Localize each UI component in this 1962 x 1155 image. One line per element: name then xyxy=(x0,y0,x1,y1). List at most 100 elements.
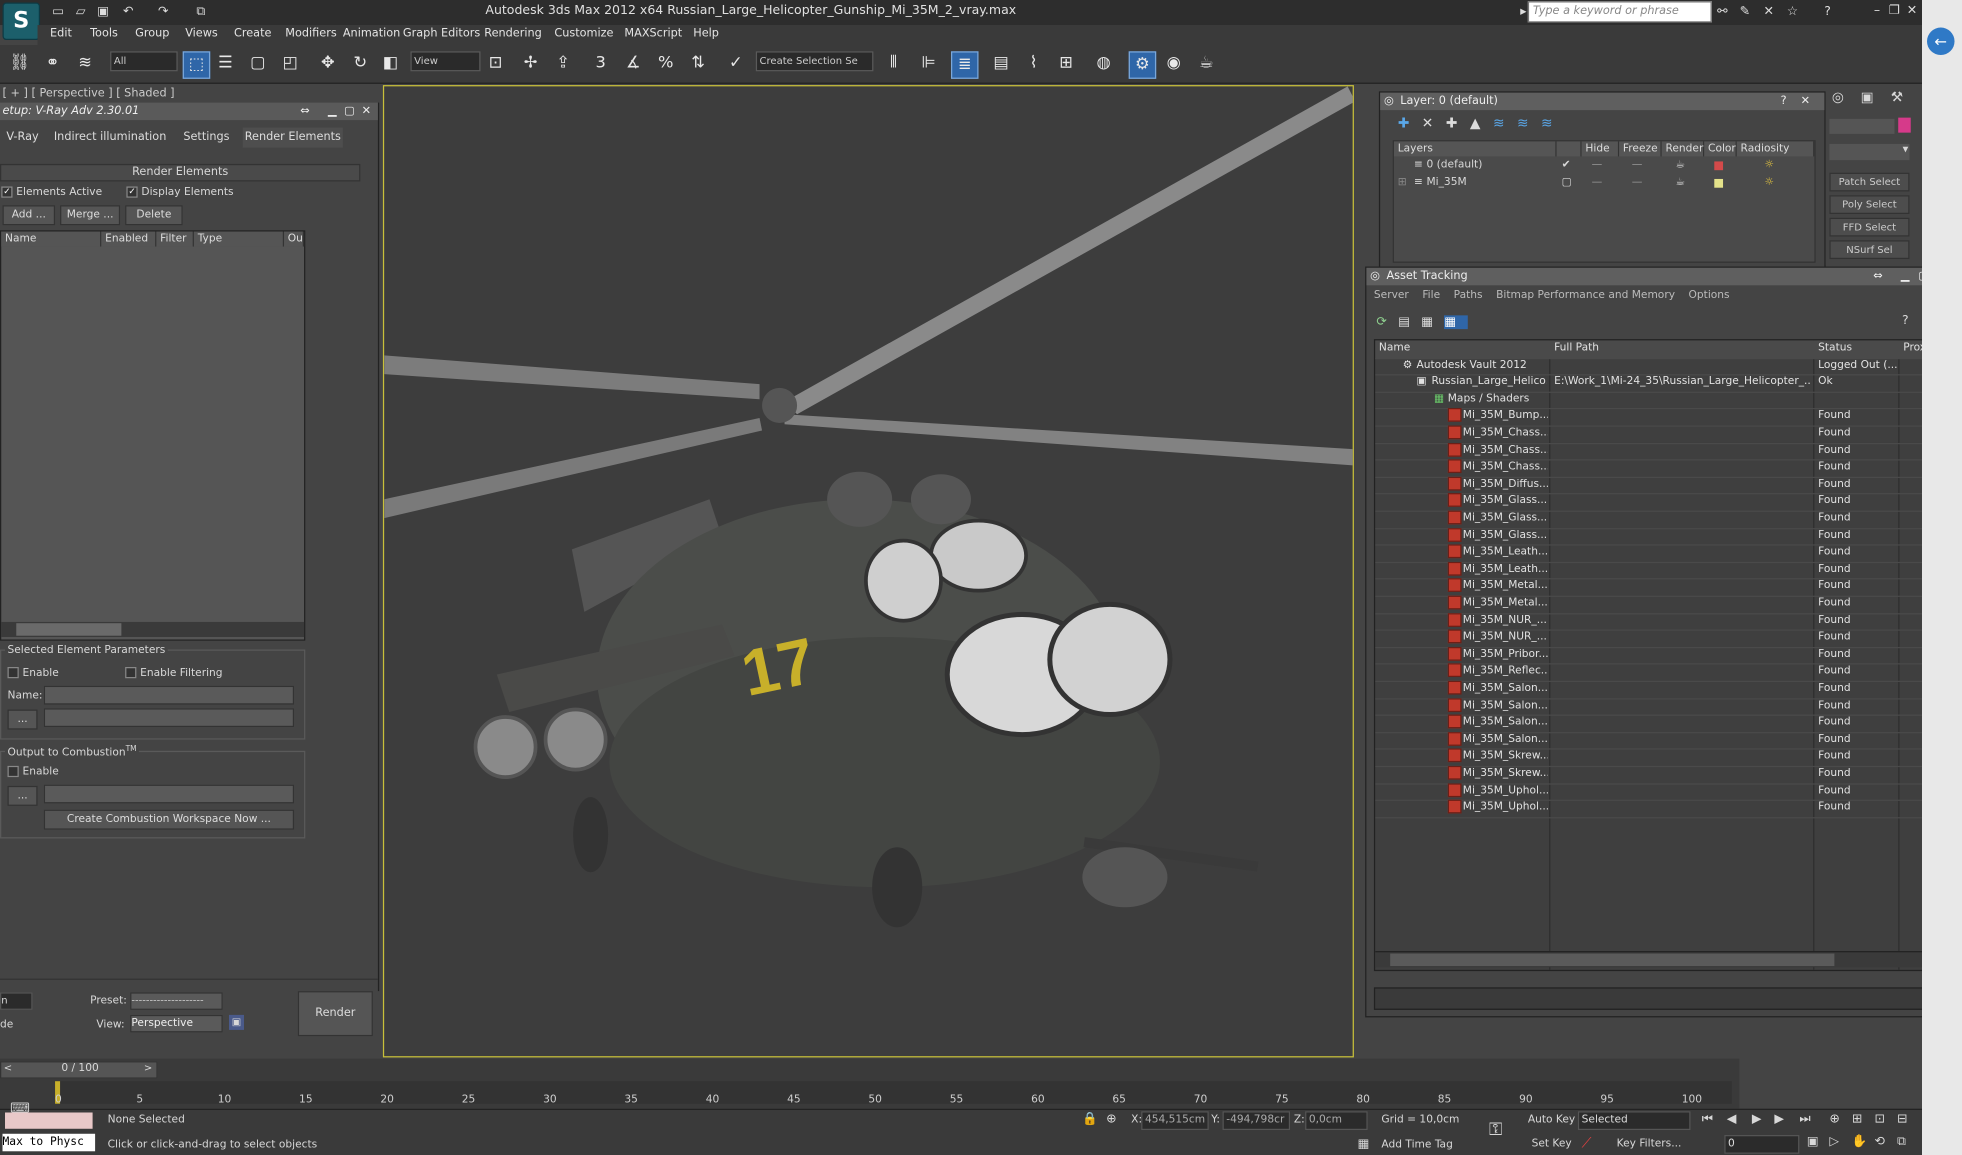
open-file-icon[interactable]: ▱ xyxy=(73,4,89,20)
table-row[interactable]: Mi_35M_Glass... Found xyxy=(1375,493,1945,512)
edit-named-selection-icon[interactable]: ✓ xyxy=(723,51,748,76)
app-logo-icon[interactable]: S xyxy=(2,2,41,41)
chevron-left-icon[interactable]: < xyxy=(4,1062,12,1073)
enable-checkbox[interactable]: Enable xyxy=(7,666,59,680)
render-button[interactable]: Render xyxy=(297,991,373,1037)
key-mode-dropdown[interactable]: Selected xyxy=(1577,1111,1691,1131)
layer-color-swatch[interactable] xyxy=(1714,178,1724,188)
add-time-tag[interactable]: Add Time Tag xyxy=(1381,1139,1452,1152)
named-selection-dropdown[interactable]: Create Selection Se xyxy=(755,51,874,72)
zoom-all-icon[interactable]: ⊞ xyxy=(1852,1112,1862,1126)
table-row[interactable]: Mi_35M_Leath... Found xyxy=(1375,561,1945,580)
minimize-icon[interactable]: – xyxy=(1868,3,1886,21)
merge-button[interactable]: Merge ... xyxy=(60,205,121,226)
mirror-icon[interactable]: ⫴ xyxy=(881,51,906,76)
col-filter[interactable]: Filter xyxy=(156,231,194,247)
current-layer-check[interactable]: ▢ xyxy=(1562,175,1572,191)
table-row[interactable]: Mi_35M_Skrew... Found xyxy=(1375,765,1945,785)
tab-vray[interactable]: V-Ray xyxy=(0,128,45,148)
perspective-viewport[interactable]: 17 xyxy=(382,85,1354,1058)
asset-table[interactable]: Name Full Path Status Proxy Re ⚙ Autodes… xyxy=(1373,339,1946,972)
add-to-layer-icon[interactable]: ✚ xyxy=(1446,115,1470,131)
unlink-icon[interactable]: ⚭ xyxy=(40,51,65,76)
modifier-list-dropdown[interactable]: ▾ xyxy=(1829,143,1910,161)
table-row[interactable]: ⚙ Autodesk Vault 2012 Logged Out (... xyxy=(1375,357,1945,376)
viewport-label[interactable]: [ + ] [ Perspective ] [ Shaded ] xyxy=(3,88,175,101)
menu-edit[interactable]: Edit xyxy=(50,28,72,41)
close-icon[interactable]: ✕ xyxy=(362,103,371,121)
select-and-link-icon[interactable]: ⛓ xyxy=(8,51,33,76)
play-icon[interactable]: ▶ xyxy=(1752,1112,1762,1126)
col-freeze[interactable]: Freeze xyxy=(1619,141,1662,157)
table-row[interactable]: Mi_35M_Uphol... Found xyxy=(1375,799,1945,819)
object-color-swatch[interactable] xyxy=(1898,117,1911,133)
menu-modifiers[interactable]: Modifiers xyxy=(285,28,336,41)
table-row[interactable]: Mi_35M_NUR_... Found xyxy=(1375,629,1945,648)
minimize-icon[interactable]: ▁ xyxy=(1901,268,1910,286)
layer-toolbar[interactable]: ✚✕✚▲≋≋≋ xyxy=(1398,115,1565,131)
close-icon[interactable]: ✕ xyxy=(1903,3,1921,21)
undo-icon[interactable]: ↶ xyxy=(120,4,136,20)
table-row[interactable]: Mi_35M_Leath... Found xyxy=(1375,544,1945,563)
col-status[interactable]: Status xyxy=(1818,340,1852,356)
hide-toggle-icon[interactable]: — xyxy=(1592,158,1603,174)
freeze-all-icon[interactable]: ≋ xyxy=(1541,115,1565,131)
rectangular-selection-icon[interactable]: ▢ xyxy=(245,51,270,76)
current-frame-field[interactable]: 0 xyxy=(1724,1135,1800,1154)
scrollbar-thumb[interactable] xyxy=(1390,953,1835,967)
table-view-icon[interactable]: ▦ xyxy=(1444,315,1468,330)
select-and-rotate-icon[interactable]: ↻ xyxy=(348,51,373,76)
x-coordinate-field[interactable]: 454,515cm xyxy=(1141,1111,1209,1131)
layer-list[interactable]: Layers Hide Freeze Render Color Radiosit… xyxy=(1392,140,1816,263)
menu-rendering[interactable]: Rendering xyxy=(484,28,542,41)
field-of-view-icon[interactable]: ▷ xyxy=(1829,1135,1839,1149)
maxscript-input[interactable]: Max to Physc xyxy=(2,1133,96,1152)
maximize-viewport-icon[interactable]: ⧉ xyxy=(1897,1135,1906,1149)
create-layer-icon[interactable]: ✚ xyxy=(1398,115,1422,131)
maximize-icon[interactable]: ▢ xyxy=(344,103,355,121)
col-color[interactable]: Color xyxy=(1704,141,1737,157)
motion-panel-icon[interactable]: ▣ xyxy=(1861,89,1874,105)
display-elements-checkbox[interactable]: ✓ Display Elements xyxy=(126,186,234,199)
col-full-path[interactable]: Full Path xyxy=(1554,340,1599,356)
table-row[interactable]: Mi_35M_Reflec... Found xyxy=(1375,663,1945,682)
display-panel-icon[interactable]: ◎ xyxy=(1832,89,1844,105)
pan-icon[interactable]: ✋ xyxy=(1852,1135,1868,1149)
menu-create[interactable]: Create xyxy=(234,28,271,41)
table-row[interactable]: ▣ Russian_Large_Helico... E:\Work_1\Mi-2… xyxy=(1375,374,1945,393)
table-row[interactable]: Mi_35M_Salon... Found xyxy=(1375,714,1945,734)
angle-snap-icon[interactable]: ∡ xyxy=(621,51,646,76)
z-coordinate-field[interactable]: 0,0cm xyxy=(1305,1111,1368,1131)
tab-settings[interactable]: Settings xyxy=(175,128,238,148)
y-coordinate-field[interactable]: -494,798cr xyxy=(1222,1111,1291,1131)
table-row[interactable]: Mi_35M_Glass... Found xyxy=(1375,510,1945,529)
lock-view-icon[interactable]: ▣ xyxy=(228,1014,245,1030)
refresh-icon[interactable]: ⟳ xyxy=(1376,315,1398,329)
menu-graph-editors[interactable]: Graph Editors xyxy=(403,28,480,41)
table-row[interactable]: Mi_35M_Chass... Found xyxy=(1375,442,1945,461)
freeze-toggle-icon[interactable]: — xyxy=(1632,175,1643,191)
communication-center-icon[interactable]: ✎ xyxy=(1737,4,1753,20)
delete-button[interactable]: Delete xyxy=(125,205,183,226)
redo-icon[interactable]: ↷ xyxy=(155,4,171,20)
render-setup-icon[interactable]: ⚙ xyxy=(1128,51,1157,79)
favorites-icon[interactable]: ☆ xyxy=(1784,4,1800,20)
menu-group[interactable]: Group xyxy=(135,28,169,41)
selection-filter-dropdown[interactable]: All xyxy=(110,51,178,72)
render-teapot-icon[interactable]: ☕ xyxy=(1194,51,1219,76)
table-row[interactable]: Mi_35M_Chass... Found xyxy=(1375,425,1945,444)
material-editor-icon[interactable]: ◍ xyxy=(1091,51,1116,76)
table-row[interactable]: Mi_35M_Uphol... Found xyxy=(1375,782,1945,802)
table-row[interactable]: Mi_35M_Salon... Found xyxy=(1375,697,1945,717)
orbit-icon[interactable]: ⟲ xyxy=(1874,1135,1884,1149)
path-field[interactable] xyxy=(43,708,295,728)
radiosity-icon[interactable]: ☼ xyxy=(1764,175,1774,191)
col-type[interactable]: Type xyxy=(193,231,285,247)
minimize-icon[interactable]: ▁ xyxy=(328,103,337,121)
enable-filtering-checkbox[interactable]: Enable Filtering xyxy=(125,666,223,680)
time-slider[interactable]: < 0 / 100 > xyxy=(0,1061,158,1079)
zoom-extents-icon[interactable]: ⊡ xyxy=(1874,1112,1884,1126)
keyboard-shortcut-override-icon[interactable]: ⇪ xyxy=(551,51,576,76)
create-combustion-button[interactable]: Create Combustion Workspace Now ... xyxy=(43,809,295,830)
menu-customize[interactable]: Customize xyxy=(554,28,613,41)
